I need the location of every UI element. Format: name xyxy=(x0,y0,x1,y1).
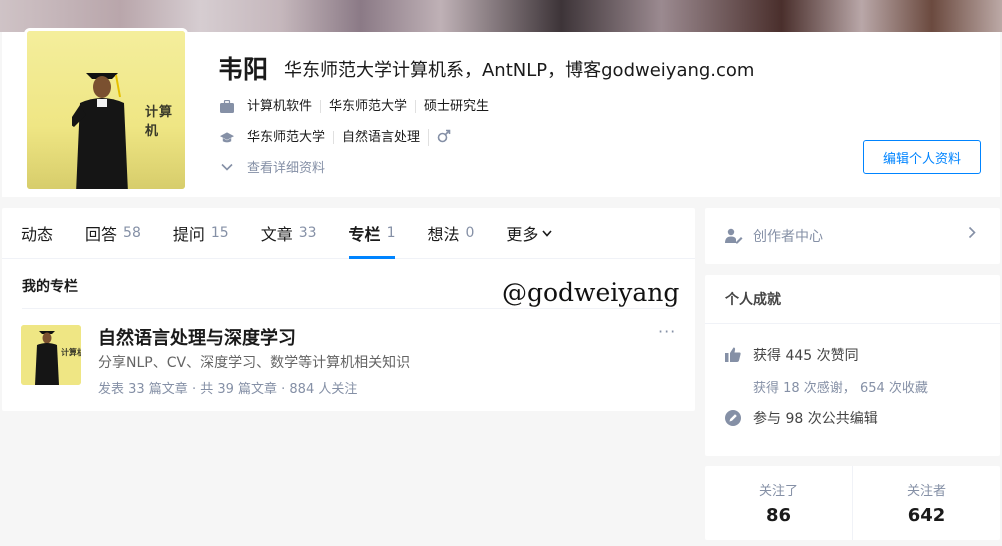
briefcase-icon xyxy=(220,99,234,113)
tab-count: 58 xyxy=(123,225,141,241)
school: 华东师范大学 xyxy=(247,130,326,145)
chevron-down-icon xyxy=(220,160,234,174)
industry: 计算机软件 xyxy=(247,98,313,114)
tab-label: 更多 xyxy=(506,225,539,244)
tab-label: 回答 xyxy=(85,225,118,244)
graduate-figure xyxy=(72,73,128,189)
tab-label: 文章 xyxy=(260,225,293,244)
tab-answers[interactable]: 回答 58 xyxy=(85,208,141,258)
section-title: 我的专栏 xyxy=(22,279,78,295)
tab-activity[interactable]: 动态 xyxy=(21,208,53,258)
tab-articles[interactable]: 文章 33 xyxy=(261,208,317,258)
profile-tabs: 动态 回答 58 提问 15 文章 33 专栏 1 想法 0 更多 xyxy=(2,208,695,259)
follow-stats-card: 关注了 86 关注者 642 xyxy=(705,466,1000,540)
column-thumbnail[interactable]: 计算机 xyxy=(21,325,81,385)
profile-name: 韦阳 xyxy=(218,55,269,84)
tab-columns[interactable]: 专栏 1 xyxy=(348,208,396,259)
graduation-cap-icon xyxy=(220,131,234,145)
tab-count: 0 xyxy=(465,225,475,241)
followers-label: 关注者 xyxy=(906,484,946,499)
thumbnail-text: 计算机 xyxy=(61,347,81,357)
column-description: 分享NLP、CV、深度学习、数学等计算机相关知识 xyxy=(98,355,411,371)
tab-count: 15 xyxy=(210,225,229,241)
edits-row: 参与 98 次公共编辑 xyxy=(725,408,878,428)
tab-label: 专栏 xyxy=(348,225,381,244)
male-icon xyxy=(428,129,459,146)
divider xyxy=(22,308,675,309)
edit-icon xyxy=(725,410,741,426)
achievements-card: 个人成就 获得 445 次赞同 获得 18 次感谢， 654 次收藏 参与 98… xyxy=(705,275,1000,456)
major: 自然语言处理 xyxy=(333,131,428,144)
tab-label: 想法 xyxy=(427,225,460,244)
view-details-label: 查看详细资料 xyxy=(247,161,326,176)
view-details-link[interactable]: 查看详细资料 xyxy=(220,157,325,176)
column-meta: 发表 33 篇文章 · 共 39 篇文章 · 884 人关注 xyxy=(98,382,358,397)
following-label: 关注了 xyxy=(758,484,798,499)
education-row: 华东师范大学 自然语言处理 xyxy=(220,129,459,146)
tab-label: 动态 xyxy=(21,225,54,244)
tab-count: 1 xyxy=(386,225,396,241)
chevron-down-icon xyxy=(542,229,553,237)
creator-center-label: 创作者中心 xyxy=(753,229,823,245)
thumbs-up-icon xyxy=(725,347,741,363)
column-title[interactable]: 自然语言处理与深度学习 xyxy=(98,324,296,350)
following-count: 86 xyxy=(765,505,792,526)
likes-row: 获得 445 次赞同 xyxy=(725,345,859,365)
avatar-wall-text: 计算机 xyxy=(145,105,174,139)
profile-header: 计算机 韦阳 华东师范大学计算机系，AntNLP，博客godweiyang.co… xyxy=(2,28,1000,197)
tab-more[interactable]: 更多 xyxy=(506,208,553,258)
position: 硕士研究生 xyxy=(415,99,497,113)
creator-center-link[interactable]: 创作者中心 xyxy=(705,208,1000,264)
profile-headline: 华东师范大学计算机系，AntNLP，博客godweiyang.com xyxy=(284,60,755,81)
employment-row: 计算机软件 华东师范大学 硕士研究生 xyxy=(220,99,497,113)
edit-profile-button[interactable]: 编辑个人资料 xyxy=(863,140,981,174)
edits-text: 参与 98 次公共编辑 xyxy=(753,411,878,427)
likes-text: 获得 445 次赞同 xyxy=(753,348,859,364)
tab-thoughts[interactable]: 想法 0 xyxy=(427,208,474,258)
avatar[interactable]: 计算机 xyxy=(24,28,188,192)
following-stat[interactable]: 关注了 86 xyxy=(705,466,852,540)
thanks-favorites-text: 获得 18 次感谢， 654 次收藏 xyxy=(753,381,928,396)
followers-stat[interactable]: 关注者 642 xyxy=(852,466,1000,540)
more-options-icon[interactable]: ··· xyxy=(658,322,676,341)
watermark: @godweiyang xyxy=(502,278,680,307)
tab-label: 提问 xyxy=(172,225,205,244)
tab-count: 33 xyxy=(298,225,317,241)
followers-count: 642 xyxy=(907,505,946,526)
company: 华东师范大学 xyxy=(320,99,415,113)
creator-icon xyxy=(725,228,743,244)
main-content-card: 动态 回答 58 提问 15 文章 33 专栏 1 想法 0 更多 我的专栏 @godwe… xyxy=(2,208,695,411)
achievements-title: 个人成就 xyxy=(705,275,1000,324)
chevron-right-icon xyxy=(968,226,976,243)
tab-questions[interactable]: 提问 15 xyxy=(173,208,229,258)
